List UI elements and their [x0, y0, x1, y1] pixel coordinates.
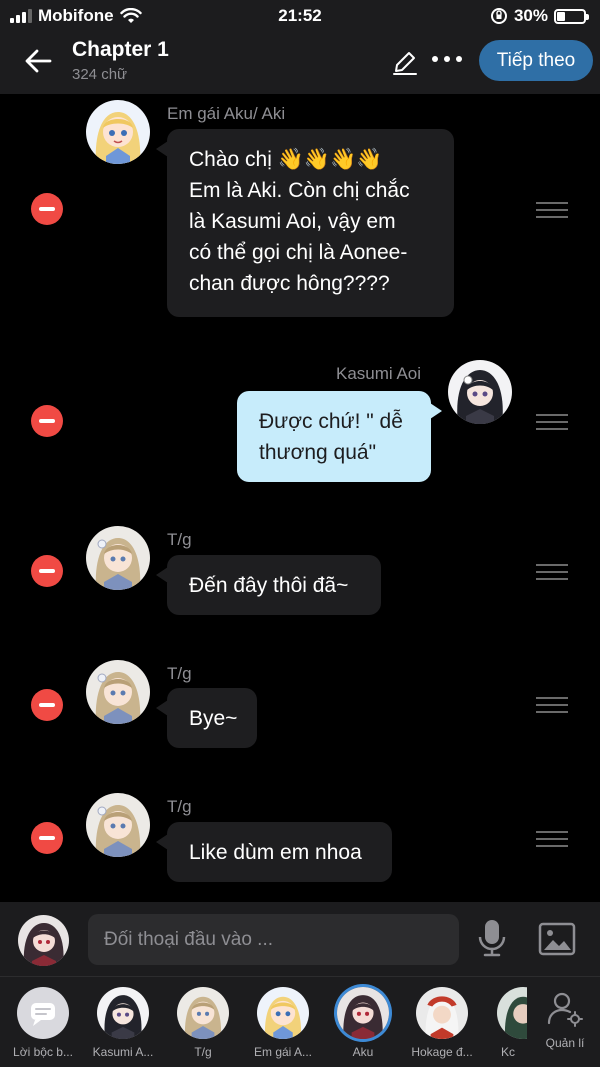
character-name: Hokage đ... [411, 1045, 473, 1059]
next-button[interactable]: Tiếp theo [479, 40, 593, 81]
character-avatar [177, 987, 229, 1039]
image-icon[interactable] [538, 922, 576, 956]
status-bar: Mobifone 21:52 30% [0, 0, 600, 32]
message-line: Em là Aki. Còn chị chắc [189, 179, 410, 202]
speaker-name: Em gái Aku/ Aki [167, 104, 286, 123]
character-narration[interactable]: Lời bộc b... [1, 987, 85, 1059]
character-aku[interactable]: Aku [321, 987, 405, 1059]
character-avatar [257, 987, 309, 1039]
microphone-icon[interactable] [475, 918, 509, 958]
chapter-title: Chapter 1 [72, 38, 169, 61]
character-avatar [416, 987, 468, 1039]
message-line: thương quá" [259, 441, 377, 464]
message-line: có thể gọi chị là Aonee- [189, 241, 408, 264]
character-kasumi-aoi[interactable]: Kasumi A... [81, 987, 165, 1059]
manage-user-icon [547, 992, 583, 1027]
character-name: Em gái A... [253, 1045, 313, 1059]
character-partial[interactable]: Kc [479, 987, 527, 1059]
drag-handle-icon[interactable] [536, 202, 568, 218]
manage-characters-button[interactable]: Quản lí [540, 991, 590, 1050]
battery-percent: 30% [513, 6, 548, 25]
avatar-tg[interactable] [86, 660, 150, 724]
character-name: Aku [352, 1045, 374, 1059]
battery-icon [554, 8, 589, 24]
speaker-name: T/g [167, 664, 192, 683]
remove-message-button[interactable] [31, 193, 63, 225]
message-bubble[interactable]: Bye~ [156, 688, 257, 748]
character-name: Kc [501, 1045, 516, 1059]
character-tg[interactable]: T/g [161, 987, 245, 1059]
dialogue-input[interactable] [88, 914, 459, 965]
avatar-aki[interactable] [86, 100, 150, 164]
message-bubble[interactable]: Được chứ! " dễ thương quá" [237, 391, 442, 482]
message-line: là Kasumi Aoi, vậy em [189, 210, 396, 233]
character-em-gai-aku[interactable]: Em gái A... [241, 987, 325, 1059]
editor-header: Chapter 1 324 chữ Tiếp theo [0, 32, 600, 94]
message-line: Bye~ [189, 707, 238, 730]
avatar-tg[interactable] [86, 793, 150, 857]
dialogue-input-bar [0, 902, 600, 976]
remove-message-button[interactable] [31, 689, 63, 721]
drag-handle-icon[interactable] [536, 414, 568, 430]
drag-handle-icon[interactable] [536, 564, 568, 580]
message-line: chan được hông???? [189, 272, 390, 295]
character-avatar [497, 987, 527, 1039]
message-line: Đến đây thôi đã~ [189, 574, 349, 597]
message-bubble[interactable]: Chào chị 👋👋👋👋 Em là Aki. Còn chị chắc là… [156, 129, 454, 317]
character-name: T/g [194, 1045, 212, 1059]
word-count: 324 chữ [72, 66, 128, 83]
avatar-kasumi-aoi[interactable] [448, 360, 512, 424]
speech-bubble-icon [17, 987, 69, 1039]
drag-handle-icon[interactable] [536, 831, 568, 847]
speaker-name: Kasumi Aoi [336, 364, 422, 383]
character-hokage[interactable]: Hokage đ... [400, 987, 484, 1059]
current-speaker-avatar[interactable] [18, 915, 69, 966]
character-avatar [97, 987, 149, 1039]
manage-label: Quản lí [545, 1036, 585, 1050]
character-avatar [337, 987, 389, 1039]
remove-message-button[interactable] [31, 555, 63, 587]
message-bubble[interactable]: Đến đây thôi đã~ [156, 555, 381, 615]
character-name: Lời bộc b... [13, 1045, 73, 1059]
chat-area[interactable]: Em gái Aku/ Aki Chào chị 👋👋👋👋 Em là Aki.… [0, 94, 600, 902]
message-bubble[interactable]: Like dùm em nhoa [156, 822, 392, 882]
more-options-icon[interactable] [432, 56, 462, 62]
orientation-lock-icon [490, 8, 507, 24]
back-arrow-icon[interactable] [22, 44, 56, 78]
pencil-icon[interactable] [390, 47, 420, 77]
speaker-name: T/g [167, 530, 192, 549]
character-bar: Lời bộc b... Kasumi A... T/g Em gái A...… [0, 976, 600, 1067]
message-line: Like dùm em nhoa [189, 841, 362, 864]
character-name: Kasumi A... [92, 1045, 154, 1059]
speaker-name: T/g [167, 797, 192, 816]
avatar-tg[interactable] [86, 526, 150, 590]
drag-handle-icon[interactable] [536, 697, 568, 713]
status-right: 30% [490, 6, 589, 26]
message-line: Được chứ! " dễ [259, 410, 403, 433]
remove-message-button[interactable] [31, 405, 63, 437]
message-line: Chào chị 👋👋👋👋 [189, 148, 383, 171]
remove-message-button[interactable] [31, 822, 63, 854]
